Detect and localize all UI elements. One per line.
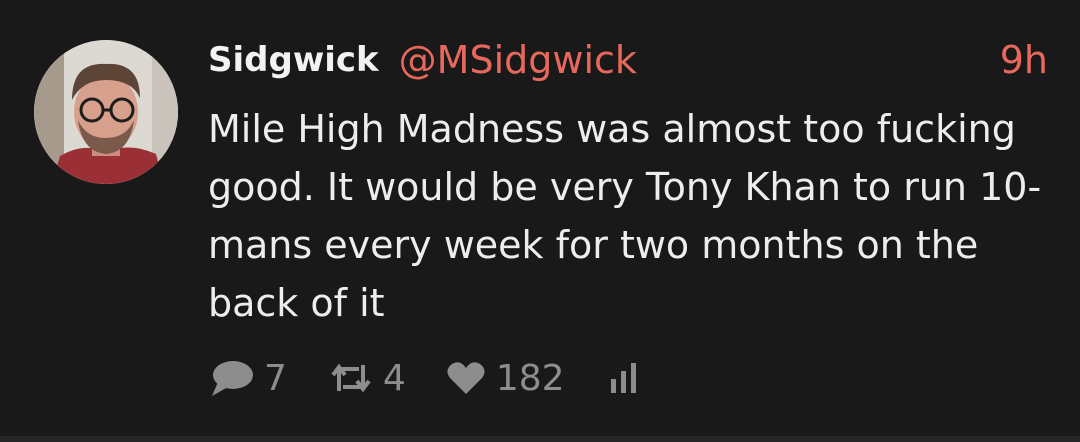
display-name[interactable]: Sidgwick bbox=[208, 40, 379, 80]
divider bbox=[0, 436, 1080, 442]
reply-button[interactable]: 7 bbox=[208, 358, 287, 399]
bar-chart-icon bbox=[609, 361, 639, 395]
retweet-icon bbox=[329, 361, 373, 395]
like-count: 182 bbox=[495, 357, 565, 399]
tweet-text: Mile High Madness was almost too fucking… bbox=[208, 107, 1042, 325]
speech-bubble-icon bbox=[208, 358, 254, 398]
avatar-image bbox=[34, 40, 178, 184]
user-handle[interactable]: @MSidgwick bbox=[399, 38, 637, 82]
tweet-card[interactable]: Sidgwick @MSidgwick 9h Mile High Madness… bbox=[0, 0, 1080, 436]
reply-count: 7 bbox=[264, 357, 287, 399]
analytics-button[interactable] bbox=[609, 361, 639, 395]
retweet-button[interactable]: 4 bbox=[329, 358, 406, 399]
action-bar: 7 4 182 bbox=[208, 352, 639, 404]
like-button[interactable]: 182 bbox=[446, 358, 565, 399]
avatar[interactable] bbox=[34, 40, 178, 184]
heart-icon bbox=[446, 360, 486, 396]
retweet-count: 4 bbox=[382, 357, 406, 399]
timestamp[interactable]: 9h bbox=[1000, 38, 1048, 82]
tweet-header: Sidgwick @MSidgwick 9h bbox=[208, 36, 1048, 84]
